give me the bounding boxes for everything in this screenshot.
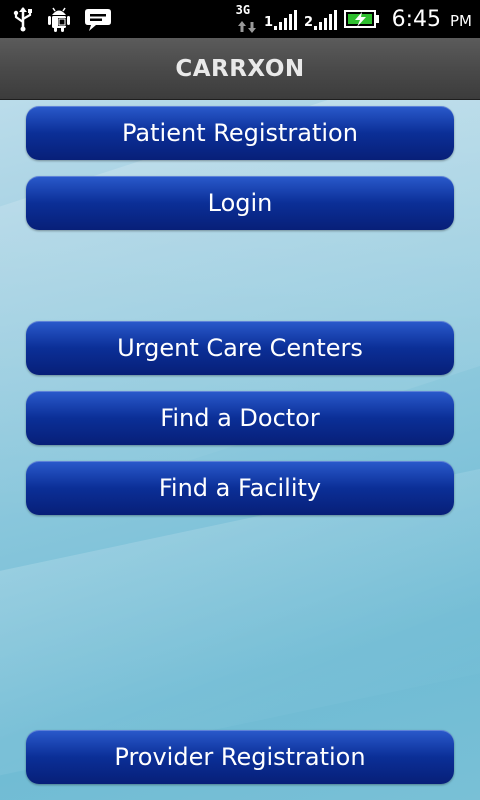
chat-icon — [85, 9, 111, 31]
svg-text:2: 2 — [304, 15, 313, 30]
network-indicator: 3G — [236, 3, 258, 35]
find-a-facility-button[interactable]: Find a Facility — [26, 461, 454, 515]
clock-ampm: PM — [450, 12, 472, 30]
signal-icon: 1 — [264, 10, 297, 30]
app-title-bar: CARRXON — [0, 38, 480, 100]
find-a-doctor-label: Find a Doctor — [160, 404, 320, 432]
status-bar-system: 3G 1 2 6:45 PM — [236, 0, 472, 38]
battery-charging-icon — [343, 10, 379, 28]
clock-time: 6:45 — [391, 6, 441, 32]
urgent-care-centers-label: Urgent Care Centers — [117, 334, 363, 362]
network-type-label: 3G — [235, 3, 251, 17]
android-debug-icon — [48, 7, 70, 32]
login-button[interactable]: Login — [26, 176, 454, 230]
patient-registration-label: Patient Registration — [122, 119, 358, 147]
app-screen: 3G 1 2 6:45 PM CARRXON Patient Registrat… — [0, 0, 480, 800]
app-title: CARRXON — [175, 55, 305, 82]
provider-registration-label: Provider Registration — [114, 743, 366, 771]
find-a-doctor-button[interactable]: Find a Doctor — [26, 391, 454, 445]
provider-registration-button[interactable]: Provider Registration — [26, 730, 454, 784]
signal-icon: 2 — [304, 10, 337, 30]
login-label: Login — [207, 189, 273, 217]
patient-registration-button[interactable]: Patient Registration — [26, 106, 454, 160]
data-arrows-icon — [237, 21, 256, 33]
usb-icon — [13, 7, 32, 32]
find-a-facility-label: Find a Facility — [158, 474, 322, 502]
svg-text:1: 1 — [264, 15, 273, 30]
status-bar-notifications — [12, 0, 112, 38]
urgent-care-centers-button[interactable]: Urgent Care Centers — [26, 321, 454, 375]
status-bar: 3G 1 2 6:45 PM — [0, 0, 480, 38]
